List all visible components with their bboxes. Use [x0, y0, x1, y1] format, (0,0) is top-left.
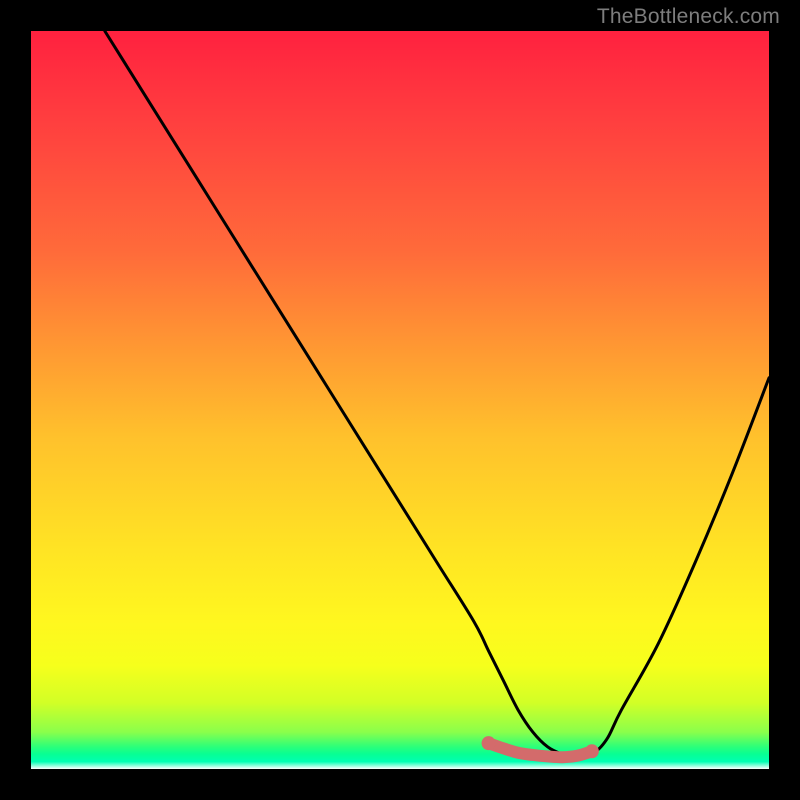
plot-area	[31, 31, 769, 769]
chart-svg	[31, 31, 769, 769]
chart-container: TheBottleneck.com	[0, 0, 800, 800]
optimal-segment	[489, 743, 592, 757]
attribution-watermark: TheBottleneck.com	[597, 5, 780, 29]
optimal-left-dot	[482, 736, 496, 750]
bottleneck-curve	[105, 31, 769, 758]
optimal-right-dot	[585, 744, 599, 758]
